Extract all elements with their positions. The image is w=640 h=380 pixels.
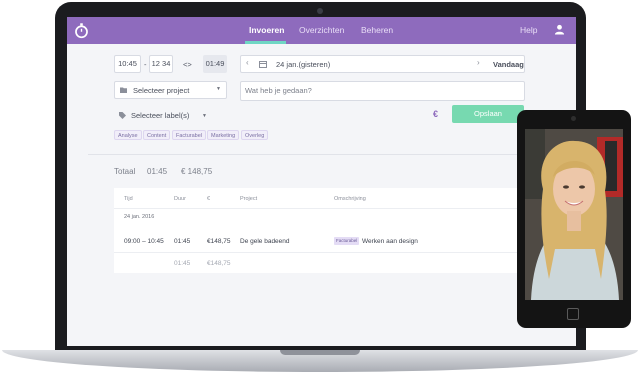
tag-analyse[interactable]: Analyse bbox=[114, 130, 142, 140]
date-picker: ‹ 24 jan.(gisteren) › Vandaag bbox=[240, 55, 525, 73]
row-divider bbox=[114, 208, 574, 209]
project-select[interactable]: Selecteer project ▼ bbox=[114, 81, 227, 99]
tab-invoeren[interactable]: Invoeren bbox=[249, 25, 284, 35]
start-time-input[interactable]: 10:45 bbox=[114, 55, 141, 73]
billable-badge: Facturabel bbox=[334, 237, 360, 245]
subtotal-amount: €148,75 bbox=[207, 260, 231, 267]
label-select[interactable]: Selecteer label(s) bbox=[131, 111, 189, 120]
total-amount: € 148,75 bbox=[181, 167, 213, 176]
swap-icon[interactable]: <> bbox=[183, 60, 192, 69]
col-header-amount: € bbox=[207, 196, 211, 202]
col-header-omschrijving: Omschrijving bbox=[334, 196, 366, 202]
chevron-down-icon: ▼ bbox=[216, 86, 221, 92]
tag-facturabel[interactable]: Facturabel bbox=[172, 130, 206, 140]
description-input[interactable]: Wat heb je gedaan? bbox=[240, 81, 525, 101]
col-header-tijd: Tijd bbox=[124, 196, 133, 202]
tab-beheren[interactable]: Beheren bbox=[361, 25, 393, 35]
tag-icon bbox=[119, 112, 126, 119]
row-project: De gele badeend bbox=[240, 238, 290, 245]
top-navbar: Invoeren Overzichten Beheren Help bbox=[67, 17, 576, 44]
total-duration: 01:45 bbox=[147, 167, 168, 176]
laptop-notch bbox=[280, 350, 360, 355]
chevron-right-icon[interactable]: › bbox=[477, 58, 480, 67]
date-group-label: 24 jan. 2016 bbox=[124, 214, 155, 220]
webcam bbox=[317, 8, 323, 14]
save-button[interactable]: Opslaan bbox=[452, 105, 524, 123]
tag-content[interactable]: Content bbox=[143, 130, 171, 140]
calendar-icon bbox=[259, 61, 267, 68]
app-screen: Invoeren Overzichten Beheren Help 10:45 … bbox=[67, 17, 576, 346]
row-description: Werken aan design bbox=[362, 238, 418, 245]
row-divider bbox=[114, 252, 574, 253]
chevron-left-icon[interactable]: ‹ bbox=[246, 58, 249, 67]
time-separator: - bbox=[144, 60, 147, 69]
project-placeholder: Selecteer project bbox=[133, 86, 190, 95]
tag-overleg[interactable]: Overleg bbox=[241, 130, 269, 140]
col-header-project: Project bbox=[240, 196, 258, 202]
subtotal-duration: 01:45 bbox=[174, 260, 191, 267]
tab-overzichten[interactable]: Overzichten bbox=[299, 25, 344, 35]
row-duration: 01:45 bbox=[174, 238, 191, 245]
tag-marketing[interactable]: Marketing bbox=[207, 130, 240, 140]
phone-frame bbox=[517, 110, 631, 328]
col-header-duur: Duur bbox=[174, 196, 186, 202]
stopwatch-icon[interactable] bbox=[73, 22, 90, 39]
entries-table: Tijd Duur € Project Omschrijving 24 jan.… bbox=[114, 188, 574, 273]
total-label: Totaal bbox=[114, 167, 136, 176]
today-button[interactable]: Vandaag bbox=[493, 60, 524, 69]
label-chevron-down-icon: ▼ bbox=[202, 113, 207, 119]
video-call-photo bbox=[525, 129, 623, 300]
phone-camera bbox=[571, 116, 576, 121]
section-divider bbox=[88, 154, 555, 155]
duration-display: 01:49 bbox=[203, 55, 227, 73]
selected-date[interactable]: 24 jan.(gisteren) bbox=[276, 60, 330, 69]
folder-icon bbox=[120, 87, 127, 93]
description-placeholder: Wat heb je gedaan? bbox=[245, 86, 312, 95]
help-link[interactable]: Help bbox=[520, 25, 537, 35]
user-icon[interactable] bbox=[554, 24, 565, 35]
phone-home-button bbox=[567, 308, 579, 320]
end-time-input[interactable]: 12 34 bbox=[149, 55, 173, 73]
row-time: 09:00 – 10:45 bbox=[124, 238, 164, 245]
row-amount: €148,75 bbox=[207, 238, 231, 245]
billable-euro-icon[interactable]: € bbox=[433, 109, 438, 119]
active-tab-indicator bbox=[245, 41, 286, 44]
